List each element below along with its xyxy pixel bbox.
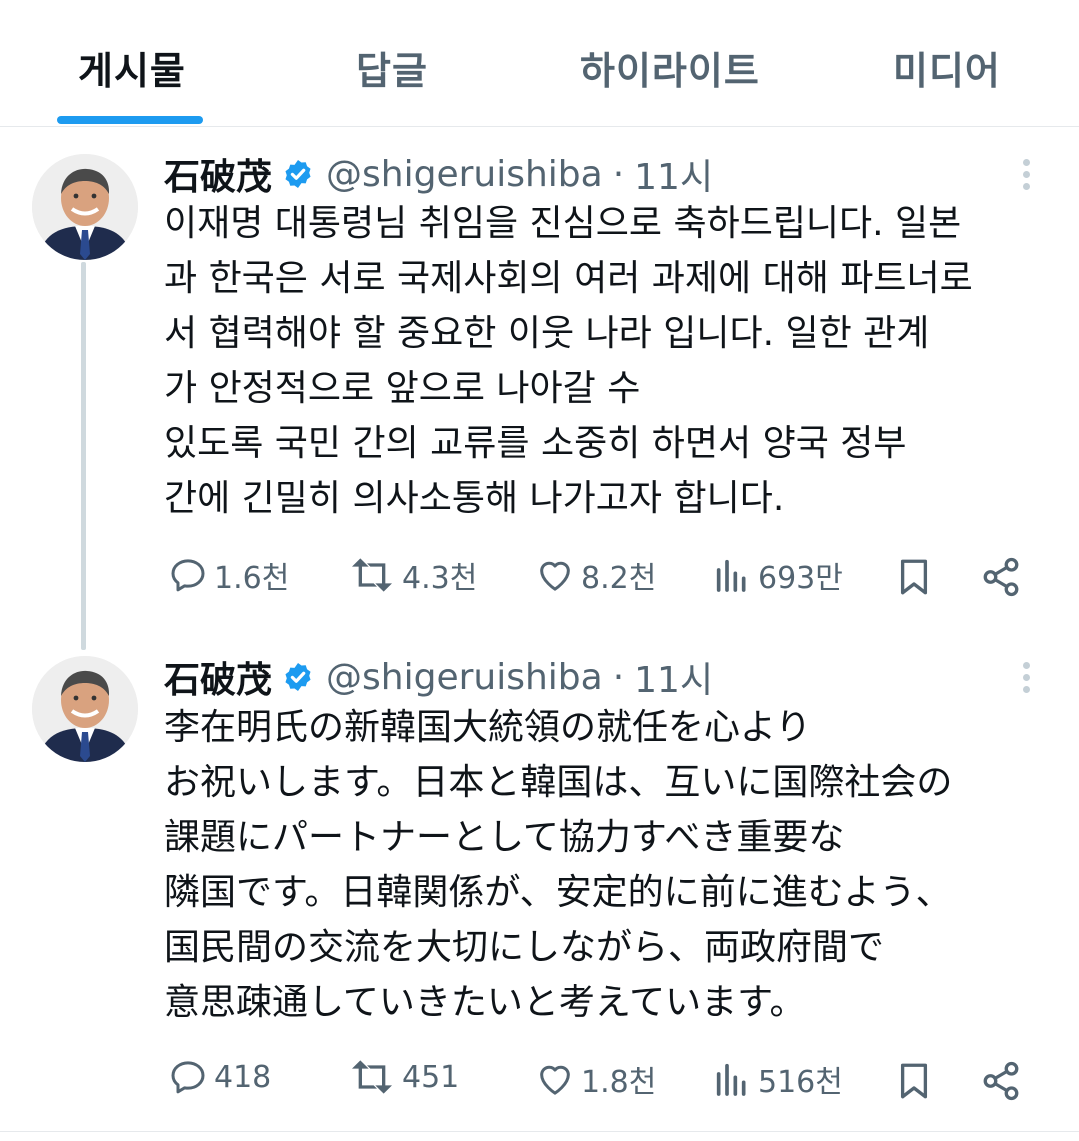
share-icon[interactable]: [980, 556, 1022, 598]
views-count: 693만: [758, 561, 843, 596]
heart-icon: [540, 1065, 570, 1095]
author-name[interactable]: 石破茂: [164, 148, 272, 200]
like-count: 8.2천: [581, 561, 657, 596]
more-icon[interactable]: [1016, 156, 1036, 196]
repost-button[interactable]: 451: [348, 1057, 459, 1097]
repost-count: 451: [402, 1059, 460, 1095]
views-button[interactable]: 693만: [712, 553, 843, 597]
active-tab-indicator: [57, 116, 203, 124]
views-button[interactable]: 516천: [712, 1057, 843, 1101]
profile-tabs: 게시물 답글 하이라이트 미디어: [0, 0, 1079, 127]
like-button[interactable]: 8.2천: [535, 553, 656, 597]
avatar[interactable]: [32, 154, 138, 260]
post-text: 이재명 대통령님 취임을 진심으로 축하드립니다. 일본 과 한국은 서로 국제…: [164, 203, 973, 519]
post-time[interactable]: 11시: [634, 148, 713, 200]
repost-button[interactable]: 4.3천: [348, 553, 477, 597]
bookmark-icon[interactable]: [893, 556, 935, 598]
more-icon[interactable]: [1016, 659, 1036, 699]
tab-replies[interactable]: 답글: [356, 40, 428, 95]
tab-media[interactable]: 미디어: [893, 40, 1001, 95]
reply-button[interactable]: 418: [168, 1057, 271, 1097]
post-actions: 1.6천 4.3천 8.2천 693만: [0, 553, 1079, 603]
bookmark-icon[interactable]: [893, 1060, 935, 1102]
post-header: 石破茂 @shigeruishiba · 11시: [164, 148, 713, 200]
post-actions: 418 451 1.8천 516천: [0, 1057, 1079, 1107]
post-text: 李在明氏の新韓国大統領の就任を心より お祝いします。日本と韓国は、互いに国際社会…: [164, 707, 953, 1023]
verified-badge-icon: [285, 663, 311, 691]
post-header: 石破茂 @shigeruishiba · 11시: [164, 651, 713, 703]
reply-count: 418: [214, 1059, 272, 1095]
views-icon: [716, 1063, 746, 1096]
views-count: 516천: [758, 1065, 843, 1100]
repost-count: 4.3천: [402, 561, 478, 596]
reply-icon: [171, 559, 205, 592]
views-icon: [716, 559, 746, 592]
author-name[interactable]: 石破茂: [164, 651, 272, 703]
reply-button[interactable]: 1.6천: [168, 553, 289, 597]
like-button[interactable]: 1.8천: [535, 1057, 656, 1101]
repost-icon: [352, 1060, 392, 1094]
avatar[interactable]: [32, 656, 138, 762]
feed-divider: [0, 1131, 1079, 1132]
like-count: 1.8천: [581, 1065, 657, 1100]
author-handle[interactable]: @shigeruishiba: [326, 657, 603, 698]
reply-count: 1.6천: [214, 561, 290, 596]
repost-icon: [352, 558, 392, 592]
separator-dot: ·: [612, 153, 625, 195]
share-icon[interactable]: [980, 1060, 1022, 1102]
separator-dot: ·: [612, 656, 625, 698]
reply-icon: [171, 1061, 205, 1094]
tab-highlights[interactable]: 하이라이트: [580, 40, 760, 95]
author-handle[interactable]: @shigeruishiba: [326, 154, 603, 195]
verified-badge-icon: [285, 160, 311, 188]
heart-icon: [540, 561, 570, 591]
tab-posts[interactable]: 게시물: [78, 40, 186, 95]
post-time[interactable]: 11시: [634, 651, 713, 703]
